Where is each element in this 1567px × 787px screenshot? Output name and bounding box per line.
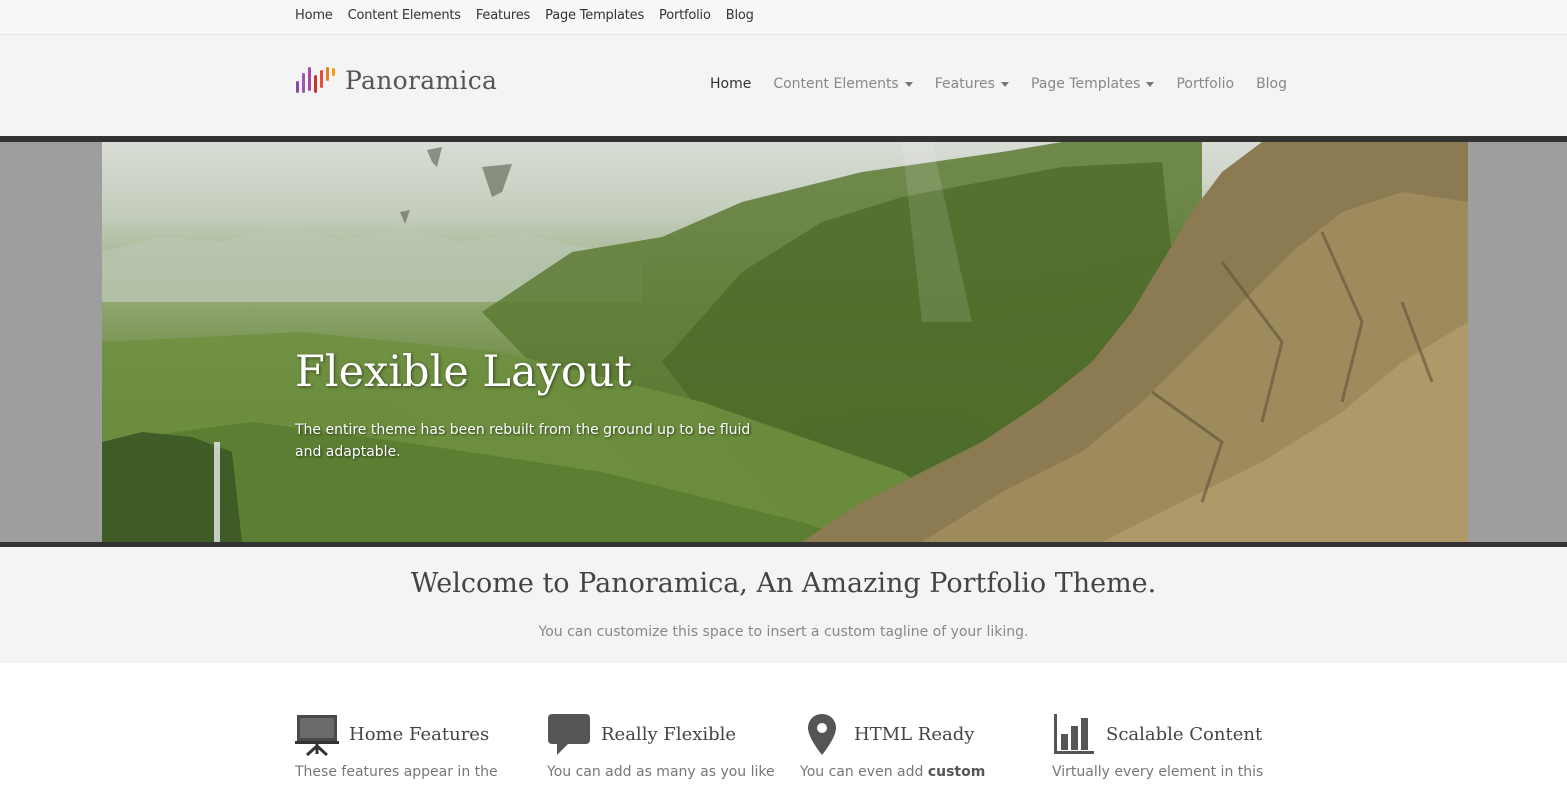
site-header: Panoramica Home Content Elements Feature… bbox=[0, 35, 1567, 136]
feature-html-ready: HTML Ready You can even add custom bbox=[800, 712, 1030, 780]
feature-home-features: Home Features These features appear in t… bbox=[295, 712, 525, 780]
site-logo[interactable]: Panoramica bbox=[295, 65, 497, 95]
top-nav-home[interactable]: Home bbox=[295, 8, 333, 23]
hero-landscape-image bbox=[102, 142, 1468, 542]
top-nav-content-elements[interactable]: Content Elements bbox=[348, 8, 461, 23]
bar-chart-icon bbox=[1052, 712, 1096, 756]
main-nav-content-elements[interactable]: Content Elements bbox=[773, 76, 913, 92]
feature-desc-text: These features appear in the bbox=[295, 764, 498, 780]
feature-desc: Virtually every element in this bbox=[1052, 764, 1292, 780]
hero-text: The entire theme has been rebuilt from t… bbox=[295, 422, 751, 460]
main-nav-home-label: Home bbox=[710, 76, 752, 92]
main-nav-blog[interactable]: Blog bbox=[1256, 76, 1287, 92]
chevron-down-icon bbox=[1000, 81, 1009, 87]
feature-desc: You can add as many as you like bbox=[547, 764, 787, 780]
map-pin-icon bbox=[800, 712, 844, 756]
feature-really-flexible: Really Flexible You can add as many as y… bbox=[547, 712, 777, 780]
welcome-section: Welcome to Panoramica, An Amazing Portfo… bbox=[0, 547, 1567, 663]
chevron-down-icon bbox=[904, 81, 913, 87]
welcome-tagline: You can customize this space to insert a… bbox=[538, 624, 1029, 640]
main-nav-page-templates-label: Page Templates bbox=[1030, 76, 1141, 92]
main-nav-portfolio-label: Portfolio bbox=[1176, 76, 1235, 92]
top-bar: Home Content Elements Features Page Temp… bbox=[0, 0, 1567, 35]
logo-bars-icon bbox=[296, 67, 335, 93]
main-nav-features[interactable]: Features bbox=[935, 76, 1009, 92]
top-nav: Home Content Elements Features Page Temp… bbox=[295, 8, 769, 23]
main-nav: Home Content Elements Features Page Temp… bbox=[710, 76, 1309, 92]
top-nav-portfolio[interactable]: Portfolio bbox=[659, 8, 711, 23]
main-nav-content-elements-label: Content Elements bbox=[773, 76, 899, 92]
feature-desc-text: You can even add bbox=[800, 764, 928, 780]
top-nav-blog[interactable]: Blog bbox=[726, 8, 754, 23]
feature-desc-bold: custom bbox=[927, 764, 986, 780]
feature-desc: You can even add custom bbox=[800, 764, 1040, 780]
chevron-down-icon bbox=[1146, 81, 1155, 87]
speech-bubble-icon bbox=[547, 712, 591, 756]
main-nav-home[interactable]: Home bbox=[710, 76, 751, 92]
logo-text: Panoramica bbox=[345, 65, 498, 95]
feature-title: Home Features bbox=[349, 723, 490, 745]
feature-scalable-content: Scalable Content Virtually every element… bbox=[1052, 712, 1282, 780]
feature-title: HTML Ready bbox=[854, 723, 975, 745]
main-nav-features-label: Features bbox=[934, 76, 995, 92]
main-nav-page-templates[interactable]: Page Templates bbox=[1031, 76, 1155, 92]
feature-title: Really Flexible bbox=[601, 723, 737, 745]
main-nav-portfolio[interactable]: Portfolio bbox=[1176, 76, 1234, 92]
feature-title: Scalable Content bbox=[1106, 723, 1263, 745]
feature-desc: These features appear in the bbox=[295, 764, 535, 780]
hero-slide[interactable]: Flexible Layout The entire theme has bee… bbox=[102, 142, 1468, 542]
feature-desc-text: Virtually every element in this bbox=[1052, 764, 1264, 780]
top-nav-features[interactable]: Features bbox=[476, 8, 531, 23]
feature-desc-text: You can add as many as you like bbox=[547, 764, 775, 780]
welcome-title: Welcome to Panoramica, An Amazing Portfo… bbox=[410, 568, 1157, 599]
hero-title: Flexible Layout bbox=[295, 347, 632, 397]
main-nav-blog-label: Blog bbox=[1256, 76, 1288, 92]
top-nav-page-templates[interactable]: Page Templates bbox=[545, 8, 644, 23]
presentation-board-icon bbox=[295, 712, 339, 756]
